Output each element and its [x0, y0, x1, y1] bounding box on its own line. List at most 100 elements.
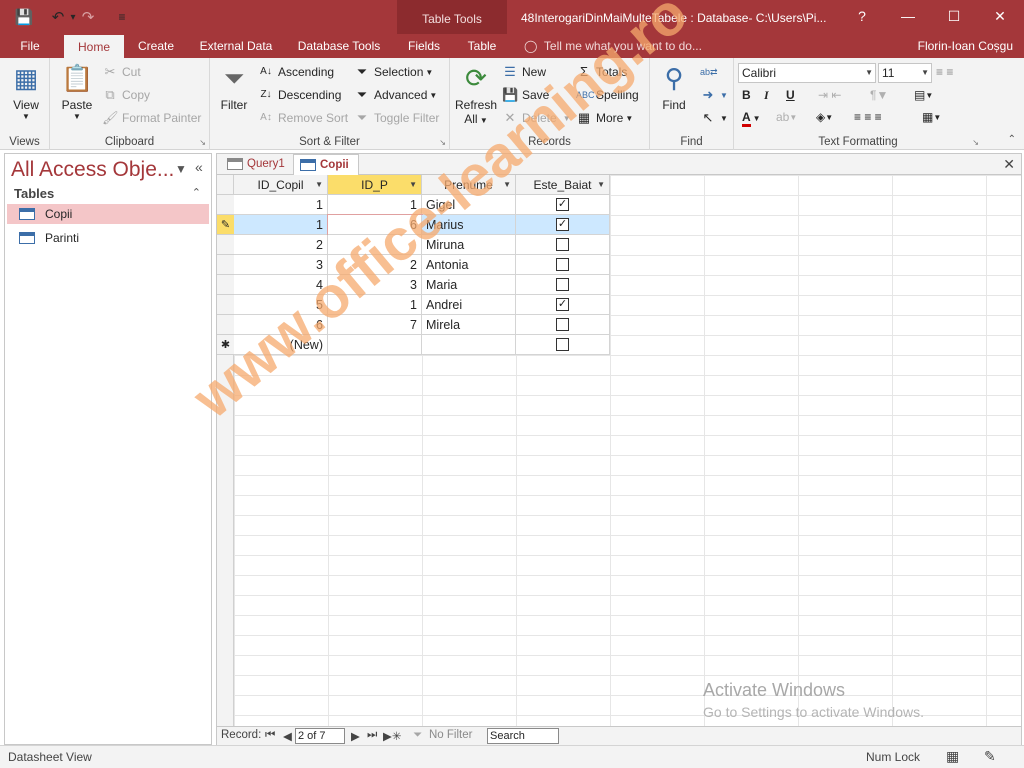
cell-prenume[interactable]: Marius	[422, 215, 516, 235]
cell-prenume[interactable]: Mirela	[422, 315, 516, 335]
cell-prenume[interactable]: Miruna	[422, 235, 516, 255]
more-button[interactable]: ▦ More ▼	[576, 110, 633, 126]
font-name-combo[interactable]: Calibri ▼	[738, 63, 876, 83]
totals-button[interactable]: Σ Totals	[576, 64, 627, 80]
chevron-down-icon[interactable]: ▼	[503, 175, 511, 195]
bold-button[interactable]: B	[742, 88, 751, 102]
record-selector[interactable]	[217, 275, 234, 295]
tell-me-box[interactable]: ◯ Tell me what you want to do...	[524, 34, 702, 58]
cut-button[interactable]: ✂ Cut	[102, 64, 141, 80]
close-icon[interactable]: ✕	[990, 8, 1010, 25]
current-record-field[interactable]: 2 of 7	[295, 728, 345, 744]
filter-button[interactable]: ⏷ Filter	[216, 62, 252, 112]
cell-prenume[interactable]: Andrei	[422, 295, 516, 315]
tab-copii[interactable]: Copii	[293, 154, 359, 176]
cell-id-p[interactable]: 1	[328, 295, 422, 315]
nav-item-parinti[interactable]: Parinti	[7, 228, 209, 248]
cell-id-copil[interactable]: 4	[234, 275, 328, 295]
cell-id-p[interactable]	[328, 335, 422, 355]
nav-item-copii[interactable]: Copii	[7, 204, 209, 224]
record-selector[interactable]	[217, 195, 234, 215]
record-selector[interactable]	[217, 295, 234, 315]
filter-status[interactable]: No Filter	[429, 729, 472, 741]
tab-home[interactable]: Home	[64, 35, 124, 58]
collapse-ribbon-icon[interactable]: ⌃	[1008, 134, 1016, 145]
cell-este-baiat[interactable]	[516, 275, 610, 295]
chevron-down-icon[interactable]: ▼	[409, 175, 417, 195]
fill-color-button[interactable]: ◈ ▼	[816, 110, 833, 124]
checkbox[interactable]	[556, 278, 569, 291]
find-button[interactable]: ⚲ Find	[654, 62, 694, 112]
cell-id-p[interactable]: 1	[328, 195, 422, 215]
column-header-este-baiat[interactable]: Este_Baiat ▼	[516, 175, 610, 195]
tab-query1[interactable]: Query1	[221, 154, 291, 175]
tab-external-data[interactable]: External Data	[196, 34, 276, 58]
font-color-button[interactable]: A ▼	[742, 110, 761, 127]
tab-file[interactable]: File	[10, 34, 50, 58]
record-selector[interactable]: ✱	[217, 335, 234, 355]
nav-menu-icon[interactable]: ▼	[175, 162, 187, 176]
new-record-button[interactable]: ☰ New	[502, 64, 546, 80]
cell-este-baiat[interactable]: ✓	[516, 215, 610, 235]
column-header-id-p[interactable]: ID_P ▼	[328, 175, 422, 195]
user-name[interactable]: Florin-Ioan Coșgu	[918, 34, 1013, 58]
cell-id-copil[interactable]: 6	[234, 315, 328, 335]
cell-id-copil[interactable]: 1	[234, 195, 328, 215]
dialog-launcher-icon[interactable]: ↘	[439, 138, 446, 147]
record-selector[interactable]	[217, 255, 234, 275]
tab-database-tools[interactable]: Database Tools	[292, 34, 386, 58]
checkbox[interactable]	[556, 238, 569, 251]
list-icons[interactable]: ≡ ≡	[936, 65, 953, 79]
cell-prenume[interactable]: Gigel	[422, 195, 516, 215]
checkbox[interactable]: ✓	[556, 298, 569, 311]
checkbox[interactable]: ✓	[556, 198, 569, 211]
view-button[interactable]: ▦ View ▼	[6, 62, 46, 121]
cell-este-baiat[interactable]	[516, 335, 610, 355]
datasheet-view-icon[interactable]: ▦	[946, 748, 959, 765]
cell-id-p[interactable]: 6	[327, 214, 423, 236]
previous-record-icon[interactable]: ◀	[283, 729, 292, 743]
copy-button[interactable]: ⧉ Copy	[102, 87, 150, 103]
checkbox[interactable]	[556, 318, 569, 331]
nav-section-header[interactable]: Tables	[14, 186, 54, 201]
cell-id-p[interactable]	[328, 235, 422, 255]
restore-icon[interactable]: ☐	[944, 8, 964, 25]
shutter-bar-icon[interactable]: «	[195, 159, 203, 175]
select-all-corner[interactable]	[217, 175, 234, 195]
save-record-button[interactable]: 💾 Save	[502, 87, 549, 103]
dialog-launcher-icon[interactable]: ↘	[972, 138, 979, 147]
cell-prenume[interactable]: Antonia	[422, 255, 516, 275]
next-record-icon[interactable]: ▶	[351, 729, 360, 743]
cell-id-copil[interactable]: 3	[234, 255, 328, 275]
design-view-icon[interactable]: ✎	[984, 748, 996, 765]
refresh-all-button[interactable]: ⟳ Refresh All ▼	[454, 62, 498, 126]
help-icon[interactable]: ?	[852, 8, 872, 24]
last-record-icon[interactable]: ⏭	[367, 729, 377, 742]
replace-button[interactable]: ab⇄	[700, 64, 720, 80]
minimize-icon[interactable]: —	[898, 8, 918, 24]
gridlines-button[interactable]: ▤ ▼	[914, 88, 933, 102]
cell-prenume[interactable]: Maria	[422, 275, 516, 295]
cell-este-baiat[interactable]: ✓	[516, 195, 610, 215]
select-button[interactable]: ↖ ▼	[700, 110, 728, 126]
checkbox[interactable]: ✓	[556, 218, 569, 231]
format-painter-button[interactable]: 🖌 Format Painter	[102, 110, 201, 126]
record-selector[interactable]: ✎	[217, 215, 234, 235]
tab-table[interactable]: Table	[460, 34, 504, 58]
chevron-down-icon[interactable]: ▼	[315, 175, 323, 195]
underline-button[interactable]: U	[786, 88, 795, 102]
cell-prenume[interactable]	[422, 335, 516, 355]
goto-button[interactable]: ➜ ▼	[700, 87, 728, 103]
cell-este-baiat[interactable]	[516, 235, 610, 255]
font-size-combo[interactable]: 11 ▼	[878, 63, 932, 83]
collapse-section-icon[interactable]: ⌃	[192, 186, 201, 199]
column-header-prenume[interactable]: Prenume ▼	[422, 175, 516, 195]
new-record-nav-icon[interactable]: ▶✳	[383, 729, 401, 743]
cell-id-copil[interactable]: 2	[234, 235, 328, 255]
checkbox[interactable]	[556, 258, 569, 271]
customize-qat-icon[interactable]: ≡	[112, 10, 132, 24]
first-record-icon[interactable]: ⏮	[265, 729, 275, 742]
tab-create[interactable]: Create	[132, 34, 180, 58]
align-buttons[interactable]: ≡ ≡ ≡	[854, 110, 882, 124]
toggle-filter-button[interactable]: ⏷ Toggle Filter	[354, 110, 440, 126]
